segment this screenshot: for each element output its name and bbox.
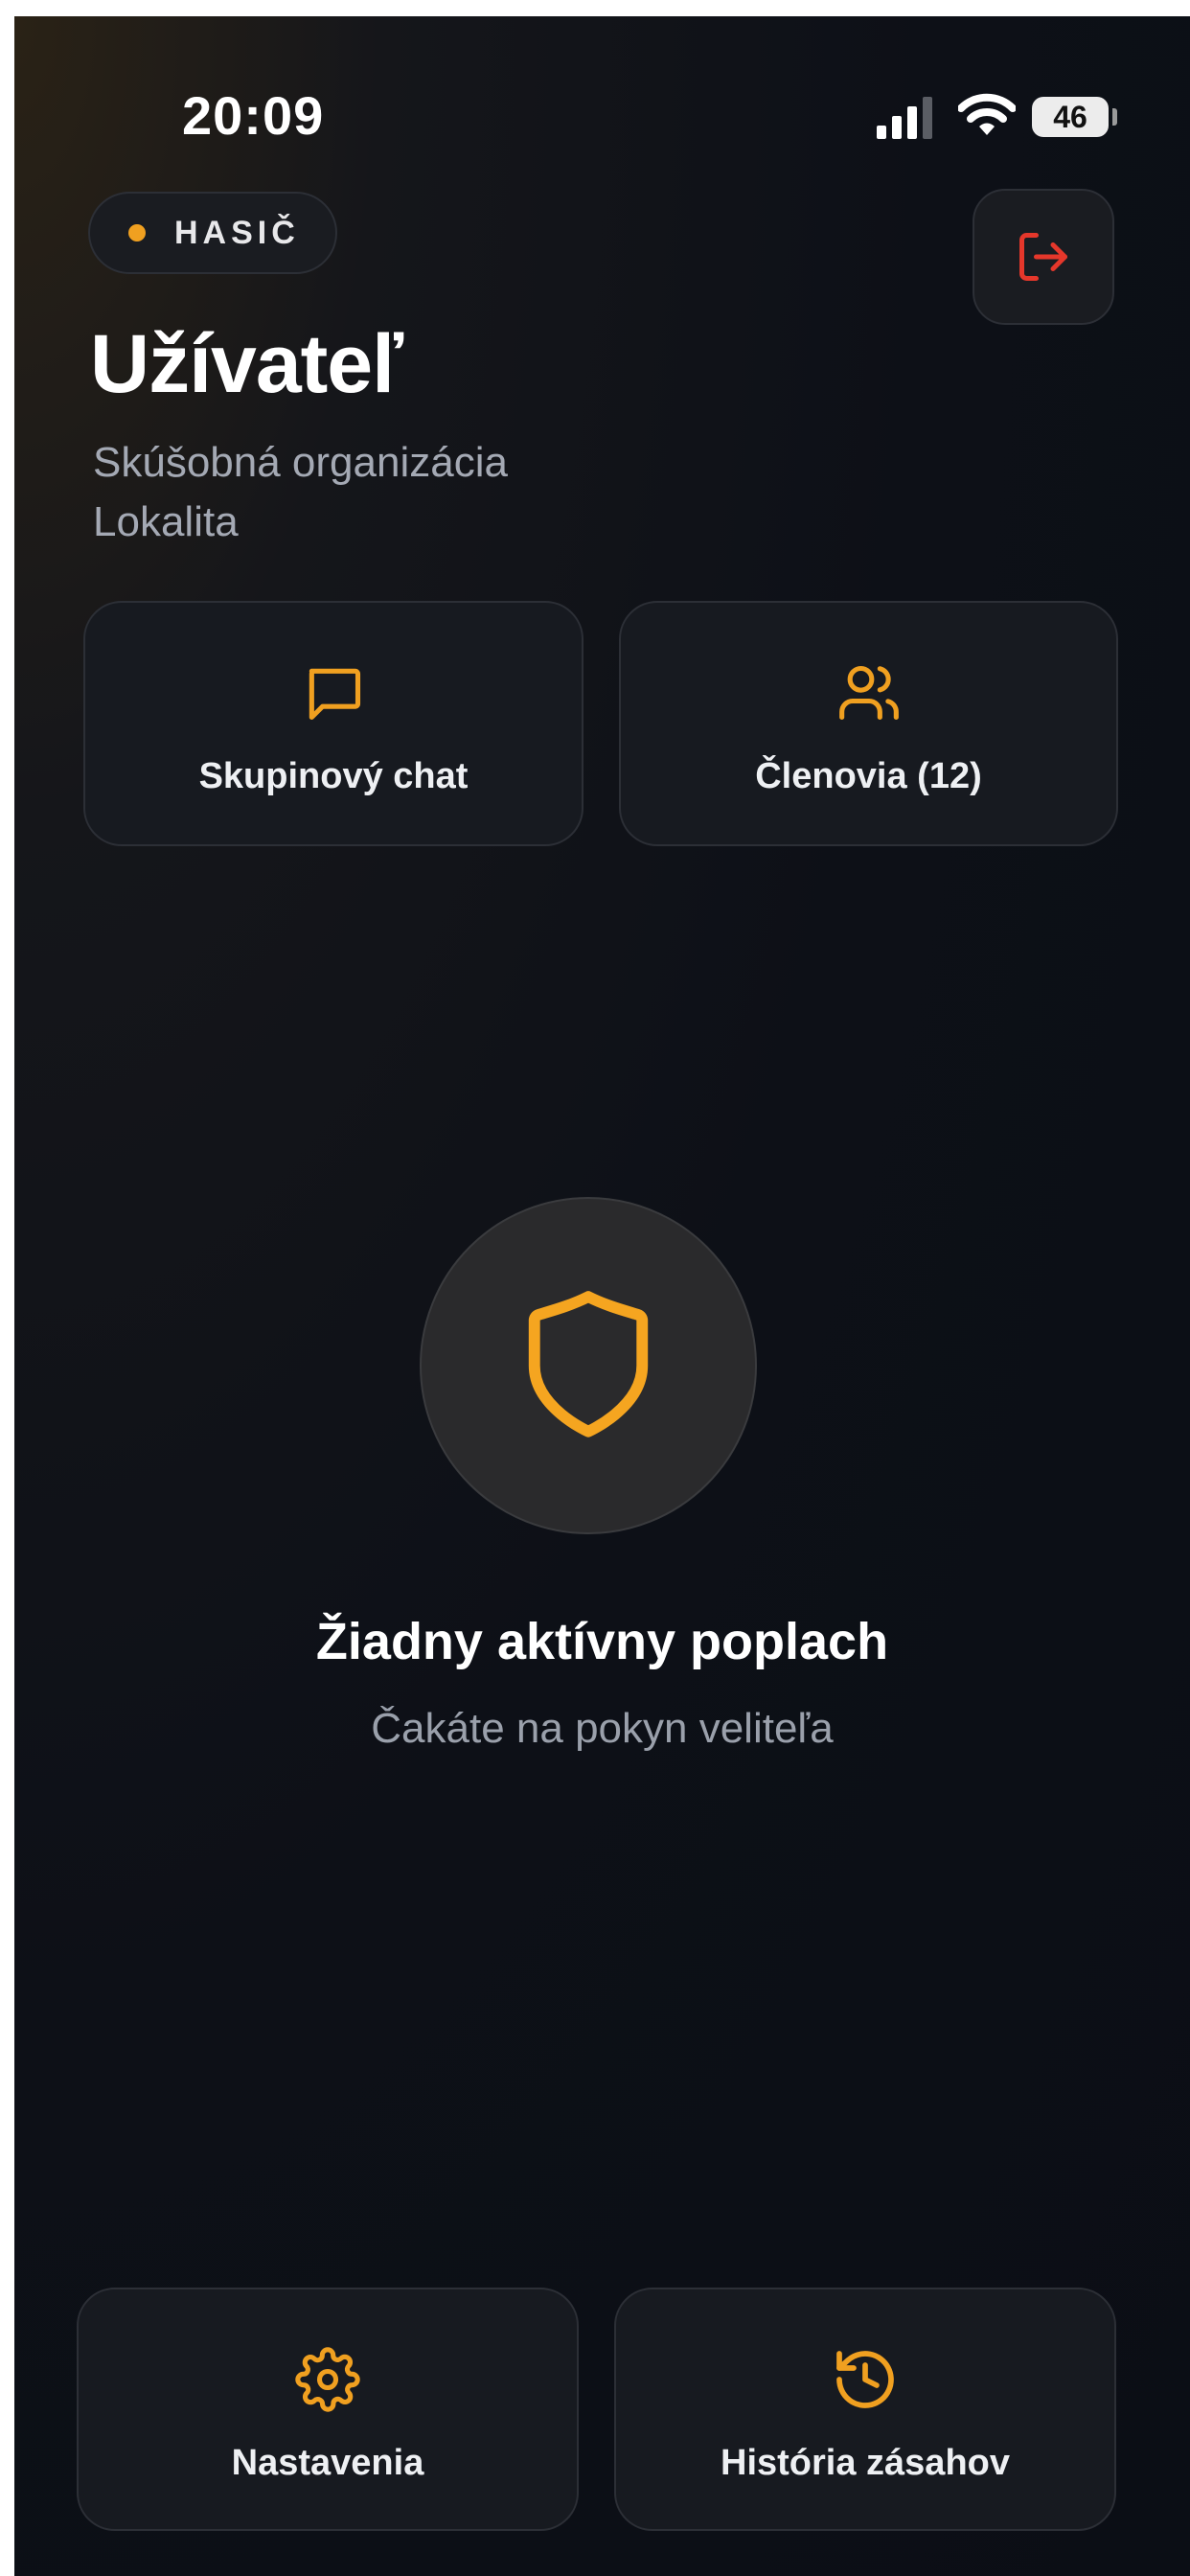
status-time: 20:09: [182, 85, 325, 146]
history-button[interactable]: História zásahov: [614, 2288, 1116, 2531]
status-bar: 20:09 46: [14, 16, 1190, 146]
history-icon: [836, 2351, 894, 2408]
group-chat-label: Skupinový chat: [198, 756, 469, 796]
alarm-status-title: Žiadny aktívny poplach: [315, 1613, 889, 1670]
wifi-icon: [958, 93, 1016, 135]
members-label: Členovia (12): [755, 756, 982, 796]
battery-tip: [1112, 108, 1117, 126]
gear-icon: [295, 2347, 360, 2412]
group-chat-button[interactable]: Skupinový chat: [83, 601, 584, 846]
role-badge: HASIČ: [88, 192, 337, 274]
logout-button[interactable]: [973, 189, 1114, 325]
role-label: HASIČ: [174, 214, 300, 251]
settings-label: Nastavenia: [231, 2443, 424, 2483]
alarm-status-indicator: [420, 1197, 757, 1534]
history-label: História zásahov: [721, 2443, 1010, 2483]
chat-icon: [309, 668, 361, 721]
signal-icon: [877, 97, 932, 139]
app-screen: 20:09 46 HASIČ Užívateľ Skúšobná organiz…: [14, 16, 1190, 2576]
battery-icon: 46: [1032, 97, 1109, 137]
role-status-dot: [128, 224, 146, 242]
shield-icon: [528, 1291, 649, 1438]
alarm-status-subtitle: Čakáte na pokyn veliteľa: [371, 1705, 834, 1752]
members-icon: [838, 665, 899, 721]
user-name: Užívateľ: [90, 318, 403, 410]
location-name: Lokalita: [93, 498, 239, 545]
members-button[interactable]: Členovia (12): [619, 601, 1118, 846]
organization-name: Skúšobná organizácia: [93, 439, 508, 486]
settings-button[interactable]: Nastavenia: [77, 2288, 579, 2531]
logout-icon: [1019, 233, 1067, 281]
